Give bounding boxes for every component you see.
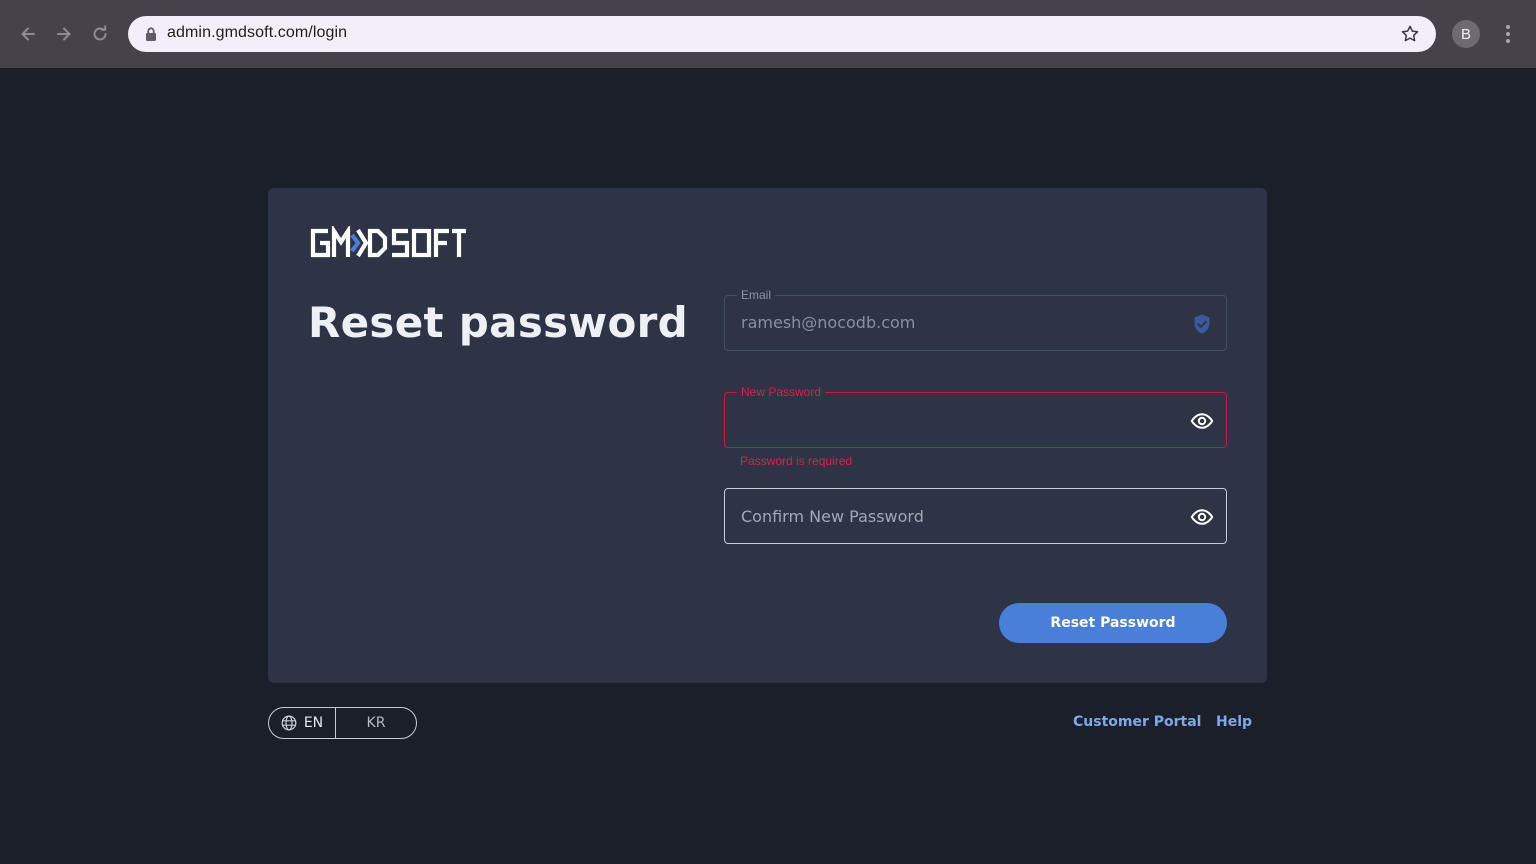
lock-icon (146, 27, 156, 41)
new-password-input[interactable] (725, 393, 1226, 447)
reload-icon (93, 25, 107, 41)
more-icon[interactable] (1498, 22, 1518, 46)
address-bar[interactable]: admin.gmdsoft.com/login (128, 16, 1436, 52)
email-value: ramesh@nocodb.com (741, 313, 916, 332)
language-label-en: EN (303, 715, 324, 731)
language-label-kr: KR (366, 715, 386, 731)
globe-icon (281, 715, 297, 731)
customer-portal-link[interactable]: Customer Portal (1073, 714, 1201, 730)
gmdsoft-logo (310, 226, 466, 258)
verified-shield-icon (1194, 314, 1210, 334)
back-button[interactable] (16, 22, 40, 46)
email-label: Email (737, 287, 776, 303)
confirm-password-field[interactable] (724, 488, 1227, 544)
email-field[interactable]: Email ramesh@nocodb.com (724, 287, 1227, 351)
back-icon (21, 27, 35, 41)
star-icon[interactable] (1400, 24, 1420, 44)
forward-icon (57, 27, 71, 41)
language-option-en[interactable]: EN (269, 708, 336, 738)
new-password-field[interactable]: New Password (724, 384, 1227, 448)
reload-button[interactable] (88, 22, 112, 46)
browser-toolbar: admin.gmdsoft.com/login B (0, 0, 1536, 68)
eye-icon[interactable] (1190, 505, 1214, 529)
language-option-kr[interactable]: KR (336, 708, 416, 738)
reset-password-card: Reset password Email ramesh@nocodb.com N… (268, 188, 1267, 683)
eye-icon[interactable] (1190, 409, 1214, 433)
help-link[interactable]: Help (1216, 714, 1252, 730)
page-title: Reset password (308, 298, 689, 347)
new-password-error: Password is required (740, 454, 853, 468)
confirm-password-input[interactable] (725, 489, 1226, 543)
forward-button[interactable] (52, 22, 76, 46)
new-password-label: New Password (737, 384, 826, 400)
language-switcher: EN KR (268, 707, 417, 739)
profile-avatar[interactable]: B (1452, 20, 1480, 48)
url-text: admin.gmdsoft.com/login (167, 24, 348, 41)
reset-password-button[interactable]: Reset Password (999, 603, 1227, 643)
